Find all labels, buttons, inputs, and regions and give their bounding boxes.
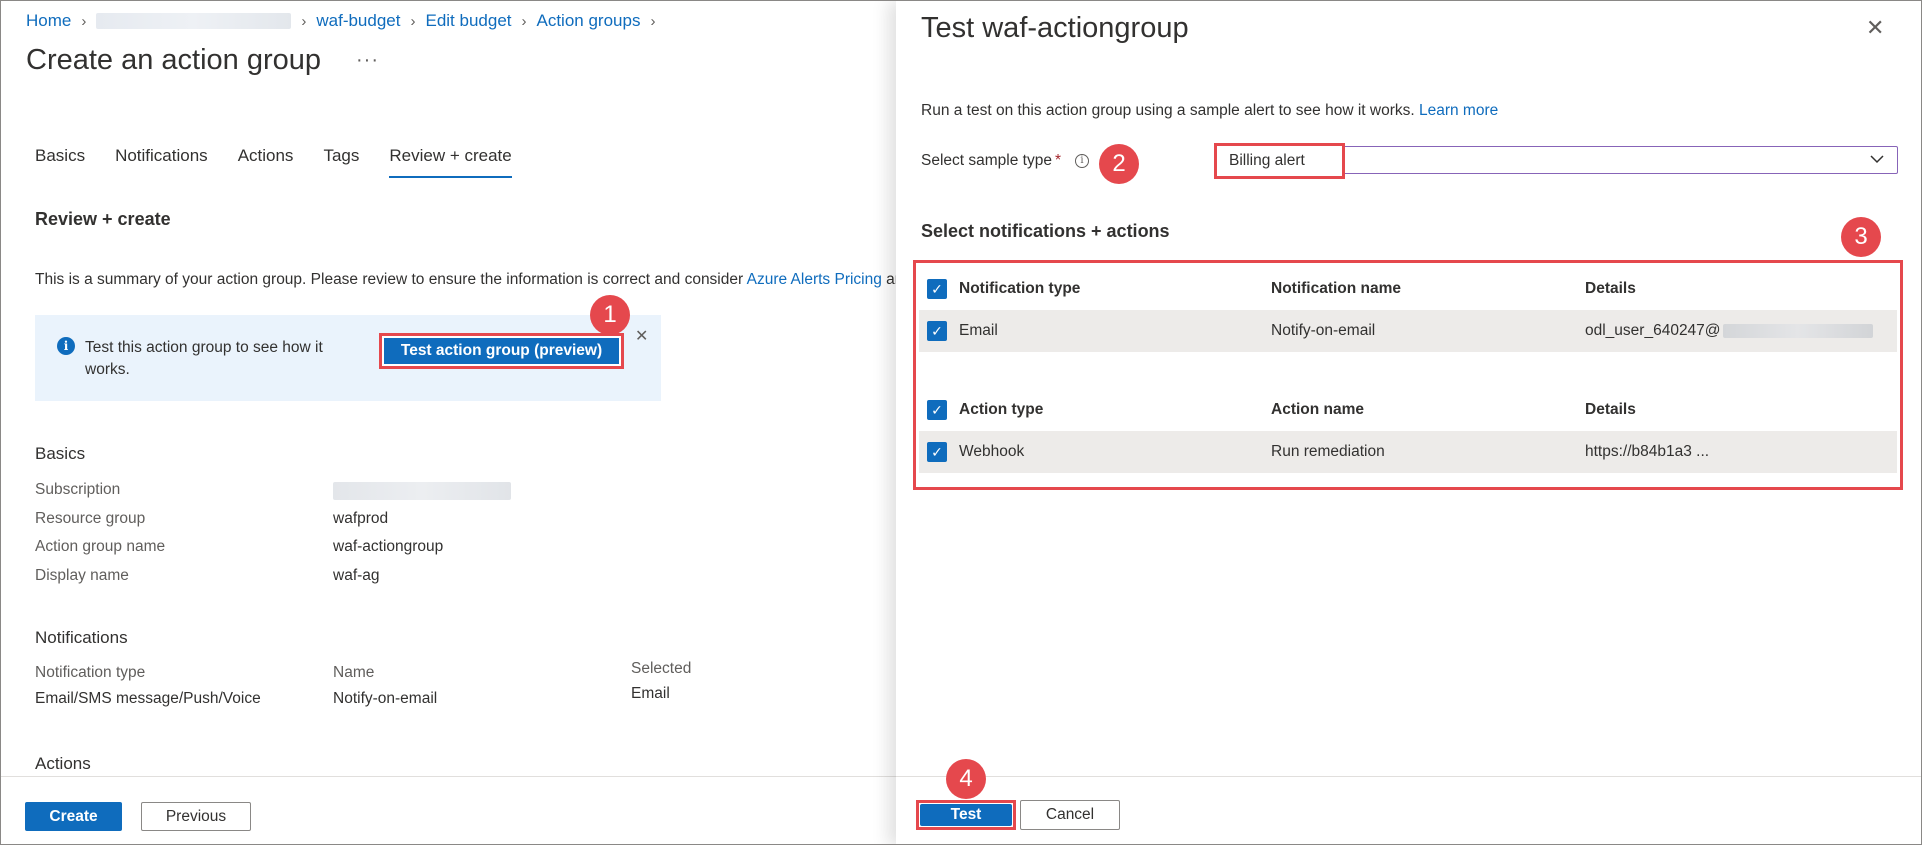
select-all-notifications-checkbox[interactable]: ✓ — [927, 279, 947, 299]
panel-title: Test waf-actiongroup — [921, 12, 1189, 44]
resource-group-label: Resource group — [35, 510, 146, 527]
notification-details-text: odl_user_640247@ — [1585, 322, 1721, 339]
breadcrumb-waf-budget[interactable]: waf-budget — [316, 11, 400, 31]
display-name-value: waf-ag — [333, 567, 380, 584]
summary-text: This is a summary of your action group. … — [35, 271, 896, 289]
tab-basics[interactable]: Basics — [35, 146, 85, 178]
review-heading: Review + create — [35, 209, 171, 229]
notification-name-label: Name — [333, 664, 375, 681]
notification-type-header: Notification type — [959, 280, 1081, 297]
tab-tags[interactable]: Tags — [323, 146, 359, 178]
action-group-name-label: Action group name — [35, 538, 166, 555]
test-info-banner: i Test this action group to see how it w… — [35, 315, 661, 401]
breadcrumb-action-groups[interactable]: Action groups — [537, 11, 641, 31]
chevron-right-icon: › — [410, 12, 416, 30]
action-type-header: Action type — [959, 401, 1044, 418]
action-details-header: Details — [1585, 401, 1636, 418]
tab-notifications[interactable]: Notifications — [115, 146, 208, 178]
close-icon[interactable]: ✕ — [1866, 15, 1884, 41]
action-group-name-value: waf-actiongroup — [333, 538, 444, 555]
sample-type-dropdown[interactable]: Billing alert — [1214, 143, 1898, 179]
banner-text: Test this action group to see how it wor… — [85, 339, 323, 378]
notification-type-value: Email/SMS message/Push/Voice — [35, 690, 261, 707]
panel-description-text: Run a test on this action group using a … — [921, 102, 1419, 119]
left-footer: Create Previous — [1, 776, 896, 844]
step-badge-3: 3 — [1841, 217, 1881, 257]
create-action-group-pane: Home › › waf-budget › Edit budget › Acti… — [1, 1, 896, 844]
breadcrumb-edit-budget[interactable]: Edit budget — [425, 11, 511, 31]
previous-button[interactable]: Previous — [141, 802, 251, 831]
azure-alerts-pricing-link[interactable]: Azure Alerts Pricing — [747, 271, 882, 288]
sample-value-highlight: Billing alert — [1214, 143, 1345, 179]
learn-more-link[interactable]: Learn more — [1419, 102, 1498, 119]
action-type-cell: Webhook — [959, 443, 1025, 460]
summary-body: This is a summary of your action group. … — [35, 271, 747, 288]
email-redacted — [1722, 323, 1873, 338]
panel-footer: Test Cancel — [896, 776, 1921, 844]
notification-selected-value: Email — [631, 685, 670, 702]
notifications-actions-heading: Select notifications + actions — [921, 221, 1170, 241]
tab-bar: Basics Notifications Actions Tags Review… — [35, 146, 542, 178]
sample-type-label-text: Select sample type — [921, 152, 1052, 169]
action-name-cell: Run remediation — [1271, 443, 1385, 460]
test-action-group-button[interactable]: Test action group (preview) — [379, 333, 624, 369]
resource-group-value: wafprod — [333, 510, 389, 527]
step-badge-1: 1 — [590, 295, 630, 335]
more-options-icon[interactable]: ··· — [356, 49, 379, 72]
step-badge-4: 4 — [946, 759, 986, 799]
notification-name-cell: Notify-on-email — [1271, 322, 1376, 339]
notification-details-header: Details — [1585, 280, 1636, 297]
close-icon[interactable]: ✕ — [635, 326, 648, 346]
sample-type-value: Billing alert — [1229, 152, 1305, 169]
notification-details-cell: odl_user_640247@ — [1585, 322, 1873, 340]
step-badge-2: 2 — [1099, 144, 1139, 184]
notification-type-label: Notification type — [35, 664, 146, 681]
notification-name-value: Notify-on-email — [333, 690, 438, 707]
notifications-heading: Notifications — [35, 628, 128, 647]
notification-row: ✓ Email Notify-on-email odl_user_640247@ — [919, 310, 1897, 352]
chevron-down-icon — [1869, 151, 1885, 170]
window: Home › › waf-budget › Edit budget › Acti… — [0, 0, 1922, 845]
test-action-group-panel: Test waf-actiongroup ✕ Run a test on thi… — [896, 1, 1921, 844]
action-details-cell: https://b84b1a3 ... — [1585, 443, 1710, 460]
chevron-right-icon: › — [81, 12, 87, 30]
notification-header-row: ✓ Notification type Notification name De… — [919, 268, 1897, 310]
breadcrumb: Home › › waf-budget › Edit budget › Acti… — [26, 11, 665, 31]
tab-actions[interactable]: Actions — [238, 146, 294, 178]
notification-type-cell: Email — [959, 322, 998, 339]
notification-name-header: Notification name — [1271, 280, 1402, 297]
action-webhook-checkbox[interactable]: ✓ — [927, 442, 947, 462]
breadcrumb-redacted[interactable] — [96, 13, 292, 29]
action-row: ✓ Webhook Run remediation https://b84b1a… — [919, 431, 1897, 473]
actions-heading: Actions — [35, 754, 91, 773]
required-marker: * — [1054, 152, 1062, 169]
test-button[interactable]: Test — [920, 804, 1012, 826]
panel-description: Run a test on this action group using a … — [921, 102, 1498, 120]
sample-type-label: Select sample type * i — [921, 152, 1090, 170]
chevron-right-icon: › — [650, 12, 656, 30]
subscription-value-redacted — [333, 482, 511, 500]
chevron-right-icon: › — [301, 12, 307, 30]
test-button-highlight: Test — [916, 800, 1016, 830]
chevron-right-icon: › — [521, 12, 527, 30]
page-title: Create an action group — [26, 44, 322, 76]
select-all-actions-checkbox[interactable]: ✓ — [927, 400, 947, 420]
info-icon: i — [57, 337, 75, 355]
display-name-label: Display name — [35, 567, 129, 584]
subscription-label: Subscription — [35, 481, 121, 498]
action-header-row: ✓ Action type Action name Details — [919, 389, 1897, 431]
tab-review-create[interactable]: Review + create — [389, 146, 513, 178]
action-name-header: Action name — [1271, 401, 1365, 418]
info-icon[interactable]: i — [1075, 154, 1090, 168]
cancel-button[interactable]: Cancel — [1020, 800, 1120, 830]
basics-heading: Basics — [35, 444, 86, 463]
notification-email-checkbox[interactable]: ✓ — [927, 321, 947, 341]
summary-tail: and — [886, 271, 896, 288]
notification-selected-label: Selected — [631, 660, 692, 677]
breadcrumb-home[interactable]: Home — [26, 11, 71, 31]
create-button[interactable]: Create — [25, 802, 122, 831]
